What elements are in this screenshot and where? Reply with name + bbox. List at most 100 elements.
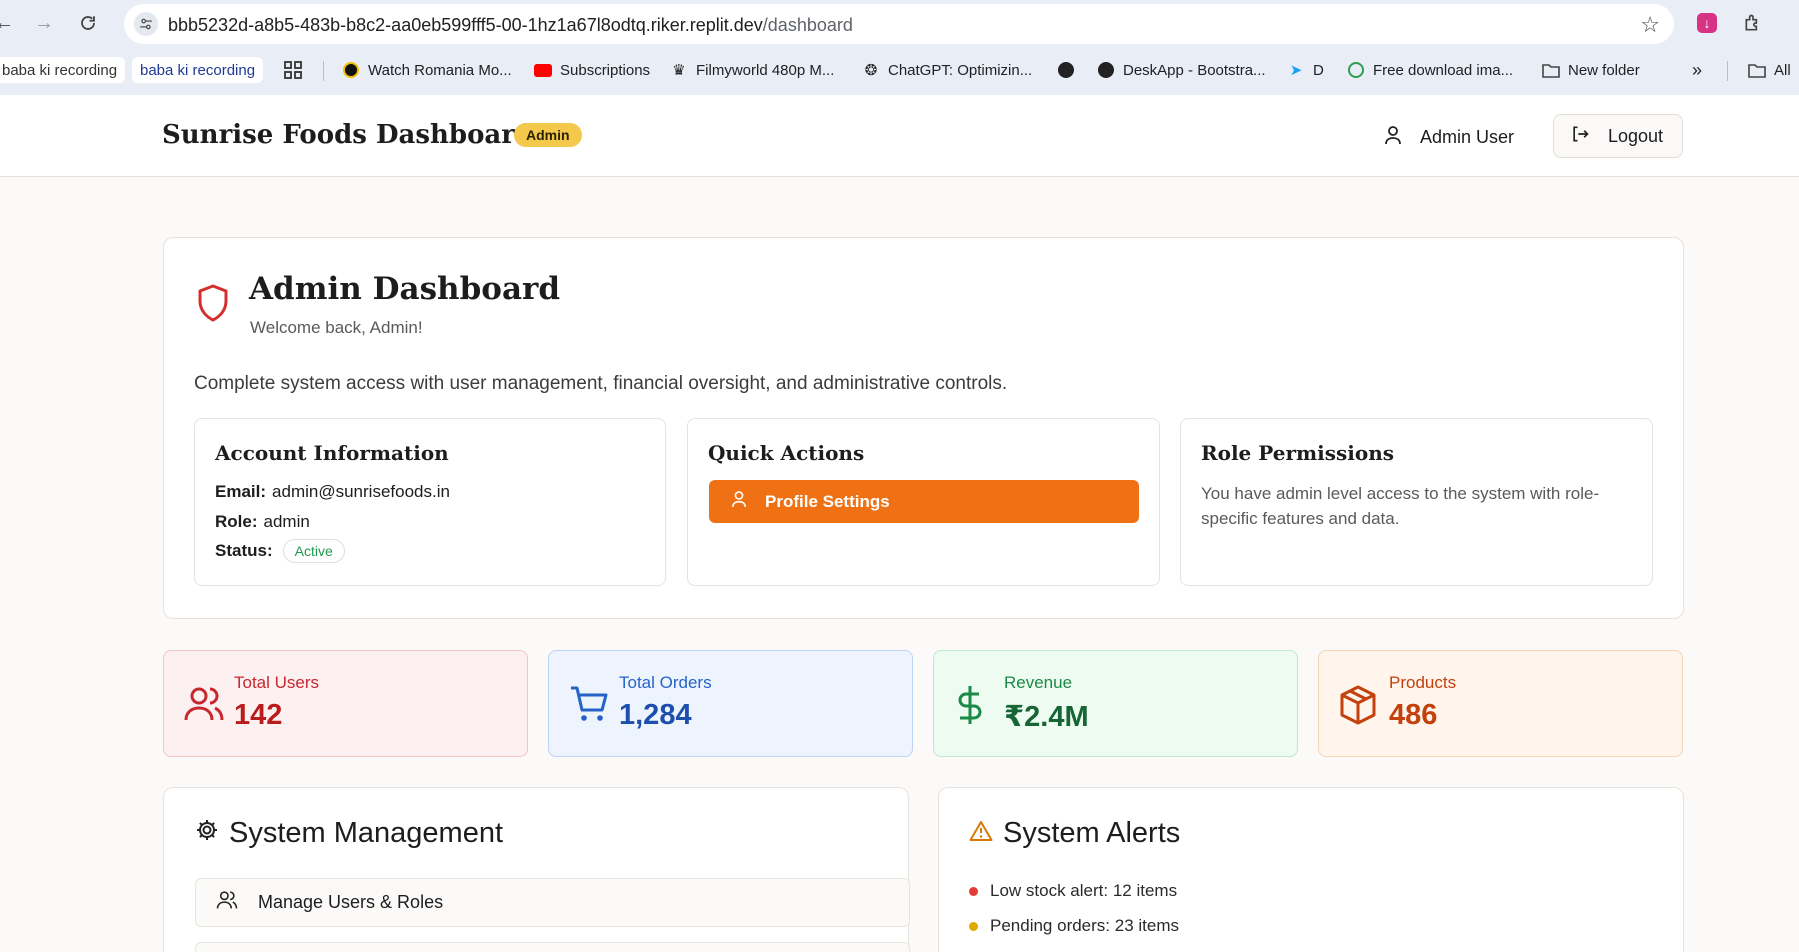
account-information-title: Account Information: [215, 441, 449, 465]
globe-icon: [1097, 61, 1115, 79]
site-favicon-icon: [342, 61, 360, 79]
stat-label: Products: [1389, 673, 1457, 692]
stat-label: Total Users: [234, 673, 320, 692]
bookmark-chatgpt[interactable]: ❂ ChatGPT: Optimizin...: [862, 57, 1033, 83]
bookmark-label: All: [1774, 61, 1791, 79]
url-text: bbb5232d-a8b5-483b-b8c2-aa0eb599fff5-00-…: [168, 15, 853, 36]
bookmark-label: Filmyworld 480p M...: [696, 61, 835, 79]
stat-total-orders: Total Orders 1,284: [548, 650, 913, 757]
shield-icon: [197, 284, 229, 327]
welcome-text: Welcome back, Admin!: [250, 318, 423, 337]
bookmark-label: New folder: [1568, 61, 1640, 79]
extensions-icon[interactable]: [1740, 10, 1766, 36]
site-info-icon[interactable]: [134, 12, 158, 36]
stat-total-users: Total Users 142: [163, 650, 528, 757]
email-value: admin@sunrisefoods.in: [272, 482, 450, 501]
bookmark-watch-romania[interactable]: Watch Romania Mo...: [342, 57, 512, 83]
user-icon: [1384, 125, 1402, 150]
reload-icon[interactable]: [76, 11, 100, 35]
quick-actions-title: Quick Actions: [708, 441, 865, 465]
bookmark-d[interactable]: ➤ D: [1287, 57, 1324, 83]
bookmark-free-download[interactable]: Free download ima...: [1347, 57, 1513, 83]
bookmark-baba-1[interactable]: baba ki recording: [0, 57, 126, 83]
bookmark-baba-2[interactable]: baba ki recording: [132, 57, 264, 83]
bookmark-deskapp[interactable]: DeskApp - Bootstra...: [1097, 57, 1266, 83]
system-management-title: System Management: [229, 817, 504, 849]
management-item[interactable]: [195, 942, 910, 952]
bookmark-label: Free download ima...: [1373, 61, 1514, 79]
back-icon[interactable]: ←: [0, 11, 16, 35]
user-icon: [731, 490, 747, 513]
stat-label: Revenue: [1004, 673, 1073, 692]
users-icon: [184, 685, 224, 728]
user-name: Admin User: [1420, 127, 1515, 147]
status-row: Status: Active: [215, 539, 345, 563]
bookmarks-bar: baba ki recording baba ki recording Watc…: [0, 53, 1799, 87]
bookmark-divider: [323, 61, 324, 81]
brand-title[interactable]: Sunrise Foods Dashboard: [162, 120, 533, 150]
browser-chrome: ← → bbb5232d-a8b5-483b-b8c2-aa0eb599fff5…: [0, 0, 1799, 95]
bookmark-globe[interactable]: [1057, 57, 1075, 83]
logout-button[interactable]: Logout: [1553, 114, 1683, 158]
system-management-header: System Management: [195, 817, 503, 850]
folder-icon: [1542, 61, 1560, 79]
bookmarks-overflow-button[interactable]: »: [1692, 57, 1702, 83]
youtube-icon: [534, 61, 552, 79]
alert-text: Low stock alert: 12 items: [990, 881, 1178, 900]
stat-products: Products 486: [1318, 650, 1683, 757]
bookmark-label: baba ki recording: [2, 61, 118, 79]
role-label: Role:: [215, 512, 258, 531]
stat-value: 142: [234, 699, 283, 731]
alert-dot-red: [969, 886, 978, 896]
stat-value: 1,284: [619, 699, 692, 731]
role-permissions-text: You have admin level access to the syste…: [1201, 484, 1600, 528]
bookmark-label: Subscriptions: [560, 61, 651, 79]
overflow-chevron-icon: »: [1692, 59, 1703, 80]
apps-grid-icon[interactable]: [284, 57, 302, 83]
bookmark-label: baba ki recording: [140, 61, 256, 79]
download-circle-icon: [1347, 61, 1365, 79]
page-title: Admin Dashboard: [249, 271, 561, 307]
warning-triangle-icon: [969, 817, 993, 850]
alert-item: Low stock alert: 12 items: [969, 881, 1177, 901]
role-badge: Admin: [514, 123, 582, 147]
manage-users-roles-button[interactable]: Manage Users & Roles: [195, 878, 910, 927]
bookmark-all[interactable]: All: [1748, 57, 1791, 83]
admin-dashboard-card: Admin Dashboard Welcome back, Admin! Com…: [163, 237, 1684, 619]
globe-icon: [1057, 61, 1075, 79]
quick-actions-card: Quick Actions Profile Settings: [687, 418, 1160, 586]
bookmark-filmyworld[interactable]: ♛ Filmyworld 480p M...: [670, 57, 834, 83]
user-menu[interactable]: Admin User: [1384, 125, 1514, 150]
role-permissions-card: Role Permissions You have admin level ac…: [1180, 418, 1653, 586]
app-header: Sunrise Foods Dashboard Admin Admin User…: [0, 95, 1799, 177]
download-extension-icon[interactable]: ↓: [1694, 10, 1720, 36]
crown-icon: ♛: [672, 62, 686, 79]
profile-settings-label: Profile Settings: [765, 491, 890, 511]
email-row: Email: admin@sunrisefoods.in: [215, 482, 450, 502]
alert-item: Pending orders: 23 items: [969, 916, 1179, 936]
stat-revenue: Revenue ₹2.4M: [933, 650, 1298, 757]
role-description: Complete system access with user managem…: [194, 373, 1008, 394]
email-label: Email:: [215, 482, 267, 501]
system-alerts-card: System Alerts Low stock alert: 12 items …: [938, 787, 1684, 952]
bookmark-label: ChatGPT: Optimizin...: [888, 61, 1033, 79]
system-management-card: System Management Manage Users & Roles: [163, 787, 910, 952]
folder-icon: [1748, 61, 1766, 79]
role-value: admin: [263, 512, 310, 531]
bookmark-divider: [1727, 61, 1728, 81]
forward-icon[interactable]: →: [32, 11, 56, 35]
bookmark-new-folder[interactable]: New folder: [1542, 57, 1640, 83]
gear-icon: [195, 817, 219, 850]
url-path: /dashboard: [762, 15, 853, 35]
bookmark-subscriptions[interactable]: Subscriptions: [534, 57, 650, 83]
status-badge: Active: [282, 539, 345, 563]
alert-dot-yellow: [969, 921, 978, 931]
profile-settings-button[interactable]: Profile Settings: [709, 480, 1139, 523]
bookmark-label: DeskApp - Bootstra...: [1123, 61, 1266, 79]
address-bar[interactable]: bbb5232d-a8b5-483b-b8c2-aa0eb599fff5-00-…: [124, 4, 1674, 44]
manage-users-roles-label: Manage Users & Roles: [258, 892, 444, 912]
bookmark-star-icon[interactable]: ☆: [1640, 12, 1660, 38]
package-icon: [1339, 685, 1377, 730]
system-alerts-title: System Alerts: [1003, 817, 1181, 849]
dollar-icon: [954, 685, 986, 730]
